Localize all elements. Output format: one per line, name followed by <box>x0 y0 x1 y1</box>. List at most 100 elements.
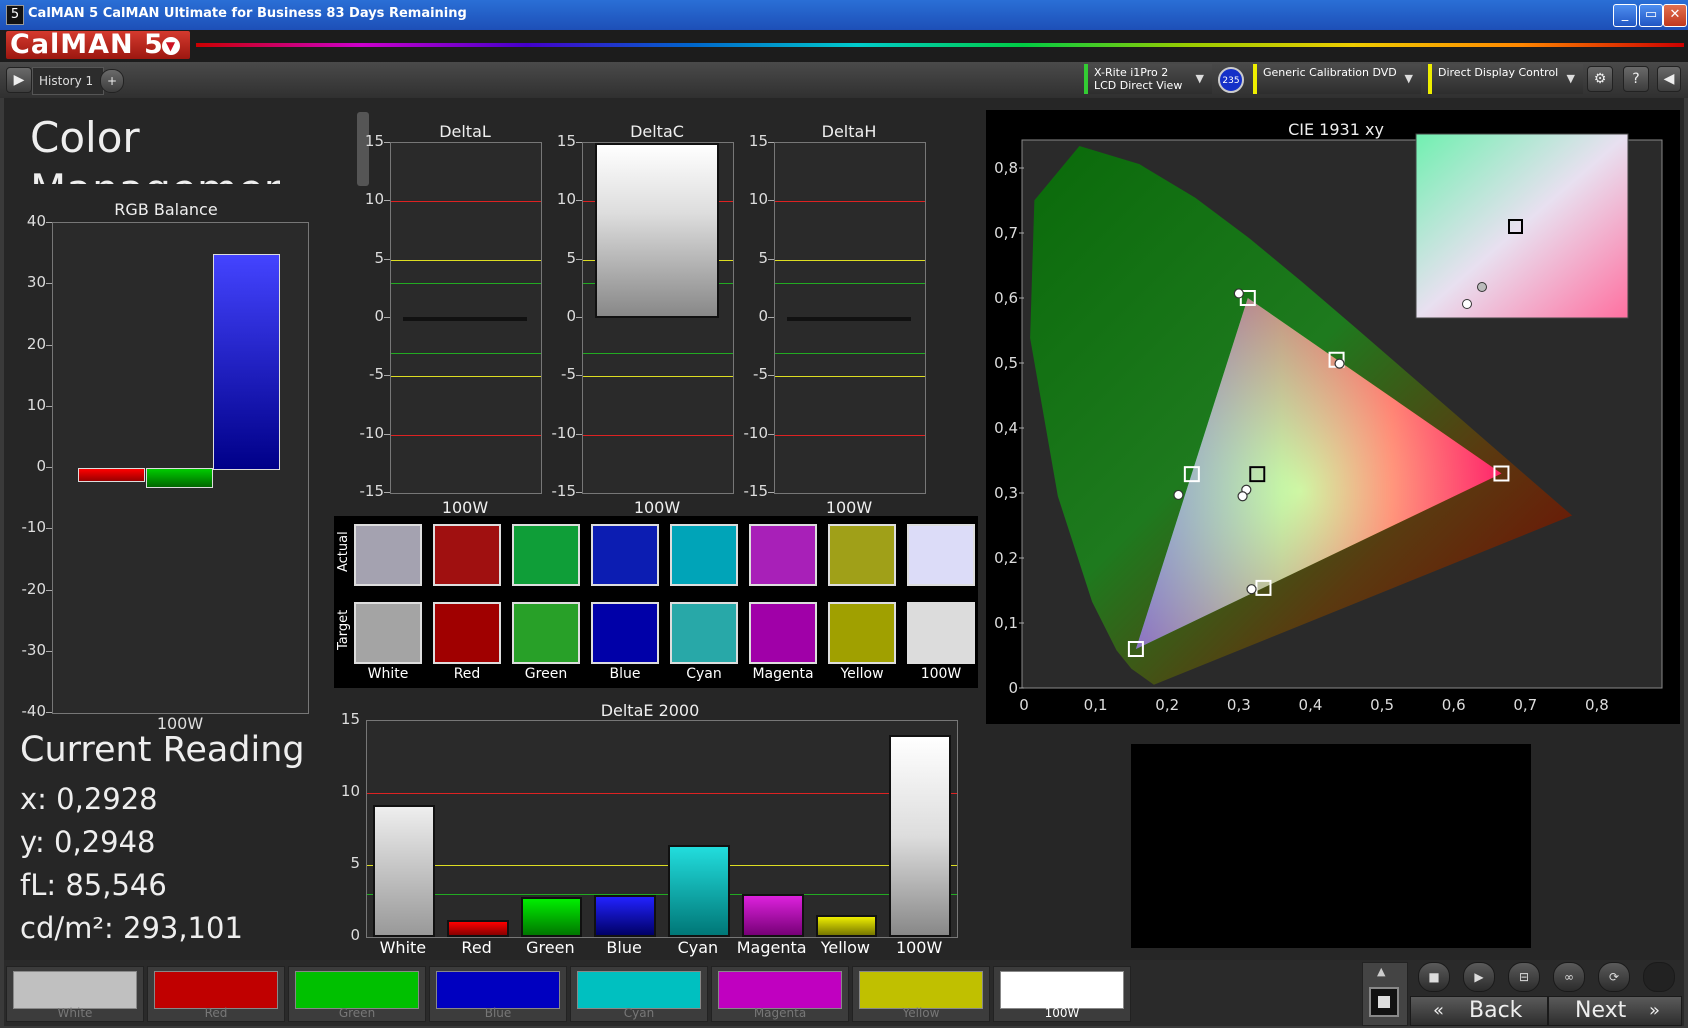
play-icon[interactable]: ▶ <box>6 67 32 93</box>
stop-button[interactable] <box>1369 987 1399 1017</box>
threshold-line <box>775 283 925 284</box>
add-tab-button[interactable]: + <box>100 69 124 93</box>
swatch-button-yellow[interactable]: Yellow <box>852 966 990 1022</box>
rgb-tick-label: -20 <box>21 579 47 598</box>
up-icon[interactable]: ▲ <box>1377 965 1385 978</box>
rgb-blue-bar <box>213 253 280 470</box>
swatch-button-white[interactable]: White <box>6 966 144 1022</box>
deltae-bar <box>741 893 804 937</box>
delta-tick-label: 15 <box>556 132 576 150</box>
stop-small-icon[interactable]: ■ <box>1418 962 1450 992</box>
deltae-category-label: Yellow <box>820 938 870 957</box>
swatch-button-green[interactable]: Green <box>288 966 426 1022</box>
cie-ytick-label: 0,5 <box>994 354 1018 372</box>
chevron-down-icon: ▼ <box>162 37 180 55</box>
swatch-color <box>577 971 701 1009</box>
delta-tick-label: 10 <box>556 190 576 209</box>
delta-tick-label: -5 <box>369 365 384 384</box>
back-button[interactable]: « Back <box>1410 996 1548 1026</box>
delta-chart-xlabel: 100W <box>441 498 489 517</box>
rgb-tick-label: 30 <box>26 273 46 292</box>
delta-chart-title: DeltaC <box>630 122 684 141</box>
next-button[interactable]: Next » <box>1548 996 1682 1026</box>
swatch-label: Green <box>524 666 568 682</box>
cie-measured-point <box>1173 489 1184 501</box>
tick-mark <box>46 283 52 285</box>
tick-mark <box>46 467 52 468</box>
swatch-color <box>436 971 560 1009</box>
play-small-icon[interactable]: ▶ <box>1463 962 1495 992</box>
delta-tick-label: -10 <box>743 423 769 442</box>
delta-tick-label: 0 <box>758 307 768 325</box>
threshold-line <box>775 434 925 436</box>
swatch-button-label: Red <box>204 1006 228 1020</box>
display-selector[interactable]: Direct Display Control ▼ <box>1428 64 1583 94</box>
meter-selector[interactable]: X-Rite i1Pro 2 LCD Direct View ▼ <box>1084 64 1212 94</box>
close-button[interactable]: ✕ <box>1663 4 1687 27</box>
swatch-label: Cyan <box>686 666 722 682</box>
chevron-down-icon: ▼ <box>1195 72 1204 85</box>
delta-tick-label: 10 <box>364 190 384 209</box>
fit-icon[interactable]: ⊟ <box>1508 962 1540 992</box>
delta-tick-label: -10 <box>359 423 385 442</box>
threshold-line <box>367 793 957 794</box>
deltae-category-label: Blue <box>606 938 642 957</box>
collapse-icon[interactable]: ◀ <box>1657 66 1681 92</box>
delta-chart-title: DeltaL <box>439 122 491 141</box>
next-label: Next <box>1575 998 1627 1023</box>
cie-xtick-label: 0,1 <box>1084 696 1108 714</box>
tab-history[interactable]: History 1 <box>32 67 104 95</box>
delta-chart-plot <box>582 142 734 494</box>
tick-mark <box>46 589 52 591</box>
swatch-button-label: Magenta <box>753 1006 807 1020</box>
tick-mark <box>384 200 390 202</box>
refresh-icon[interactable]: ⟳ <box>1598 962 1630 992</box>
tick-mark <box>46 528 52 530</box>
threshold-line <box>391 259 541 261</box>
cie-xtick-label: 0,7 <box>1513 696 1537 714</box>
deltae-category-label: Magenta <box>736 938 807 957</box>
swatch-button-cyan[interactable]: Cyan <box>570 966 708 1022</box>
meter-badge: 235 <box>1218 67 1244 93</box>
delta-chart-plot <box>774 142 926 494</box>
swatch-button-label: White <box>57 1006 93 1020</box>
meter-mode: LCD Direct View <box>1094 79 1183 92</box>
loop-icon[interactable]: ∞ <box>1553 962 1585 992</box>
calman-logo-menu[interactable]: CalMAN 5 ▼ <box>6 31 190 59</box>
swatch-color <box>1000 971 1124 1009</box>
swatch-panel: Actual Target White Red Green Blue Cyan Magen… <box>334 516 978 688</box>
delta-tick-label: 5 <box>374 248 384 267</box>
swatch-button-red[interactable]: Red <box>147 966 285 1022</box>
rgb-tick-label: 0 <box>36 457 46 475</box>
swatch-button-magenta[interactable]: Magenta <box>711 966 849 1022</box>
actual-swatch <box>433 524 501 586</box>
actual-swatch <box>670 524 738 586</box>
actual-row-label: Actual <box>336 531 351 573</box>
window-title-bar[interactable]: 5 CalMAN 5 CalMAN Ultimate for Business … <box>0 0 1688 31</box>
rgb-tick-label: 40 <box>26 212 46 230</box>
swatch-color <box>154 971 278 1009</box>
tick-mark <box>46 405 52 407</box>
stop-panel: ▲ <box>1362 962 1408 1026</box>
actual-swatch <box>354 524 422 586</box>
swatch-label: Magenta <box>752 666 814 682</box>
app-icon: 5 <box>6 5 24 25</box>
target-row-label: Target <box>336 609 351 651</box>
tick-mark <box>384 492 390 493</box>
swatch-button-blue[interactable]: Blue <box>429 966 567 1022</box>
threshold-line <box>367 865 957 866</box>
source-selector[interactable]: Generic Calibration DVD ▼ <box>1253 64 1421 94</box>
threshold-line <box>775 201 925 203</box>
record-icon[interactable] <box>1643 962 1675 992</box>
tick-mark <box>576 200 582 202</box>
tick-mark <box>768 375 774 377</box>
maximize-button[interactable]: ▭ <box>1639 4 1663 27</box>
gear-icon[interactable]: ⚙ <box>1587 66 1613 92</box>
swatch-button-label: Cyan <box>623 1006 655 1020</box>
target-swatch <box>828 602 896 664</box>
threshold-line <box>367 893 957 895</box>
minimize-button[interactable]: _ <box>1613 4 1637 27</box>
delta-tick-label: 15 <box>364 132 384 150</box>
help-icon[interactable]: ? <box>1623 66 1649 92</box>
swatch-button-100w[interactable]: 100W <box>993 966 1131 1022</box>
